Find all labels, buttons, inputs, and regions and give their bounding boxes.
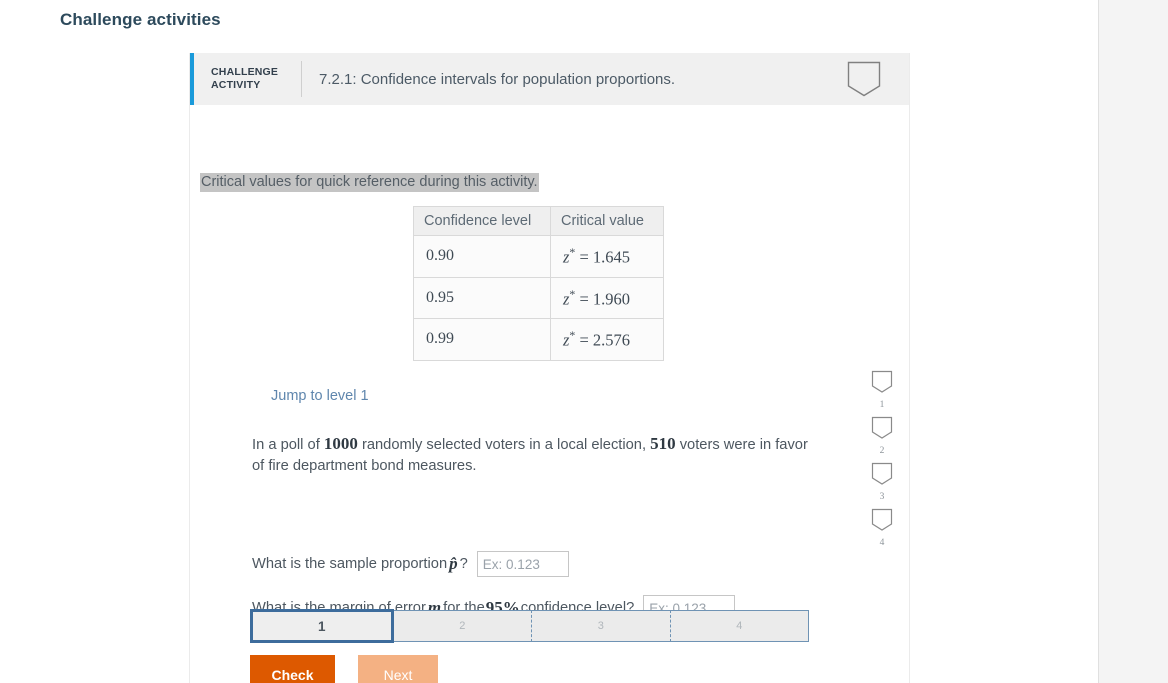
table-header-row: Confidence level Critical value — [413, 206, 664, 236]
table-row: 0.95 z* = 1.960 — [413, 276, 664, 319]
activity-header: CHALLENGE ACTIVITY 7.2.1: Confidence int… — [190, 53, 909, 105]
cell-confidence-level: 0.90 — [413, 235, 551, 278]
shield-step-2-label: 2 — [879, 446, 885, 456]
reference-selection-note: Critical values for quick reference duri… — [200, 173, 539, 192]
critical-values-table: Confidence level Critical value 0.90 z* … — [413, 206, 664, 361]
shield-step-2[interactable]: 2 — [862, 416, 902, 456]
shield-step-4-label: 4 — [879, 538, 885, 548]
tab-step-1[interactable]: 1 — [250, 609, 394, 643]
shield-step-1[interactable]: 1 — [862, 370, 902, 410]
shield-banner-icon — [871, 508, 893, 537]
stem-favorable-count: 510 — [650, 434, 676, 453]
tab-step-3[interactable]: 3 — [532, 610, 671, 642]
next-button[interactable]: Next — [358, 655, 438, 683]
shield-step-1-label: 1 — [879, 400, 885, 410]
cell-critical-value: z* = 1.960 — [550, 276, 664, 319]
sample-proportion-question: What is the sample proportion p̂? — [252, 551, 569, 577]
progress-tabs: 1 2 3 4 — [250, 609, 809, 643]
activity-kicker-line1: CHALLENGE — [211, 66, 279, 78]
z-equals-value: = 1.960 — [575, 289, 631, 308]
header-accent-bar — [190, 53, 194, 105]
shield-banner-icon — [871, 462, 893, 491]
app-root: Challenge activities CHALLENGE ACTIVITY … — [0, 0, 1168, 683]
header-critical-value: Critical value — [550, 206, 664, 236]
activity-kicker: CHALLENGE ACTIVITY — [211, 66, 299, 92]
table-row: 0.90 z* = 1.645 — [413, 235, 664, 278]
bookmark-banner-icon[interactable] — [847, 61, 881, 98]
jump-to-level-link[interactable]: Jump to level 1 — [271, 388, 369, 404]
action-button-row: Check Next — [250, 655, 438, 683]
stem-part-1: In a poll of — [252, 437, 324, 453]
stem-sample-size: 1000 — [323, 434, 358, 453]
check-button[interactable]: Check — [250, 655, 335, 683]
cell-critical-value: z* = 1.645 — [550, 235, 664, 278]
cell-confidence-level: 0.99 — [413, 318, 551, 361]
p-hat-symbol: p̂ — [449, 554, 458, 573]
question-stem: In a poll of 1000 randomly selected vote… — [252, 433, 808, 477]
activity-title: 7.2.1: Confidence intervals for populati… — [319, 70, 676, 88]
tab-step-4[interactable]: 4 — [670, 610, 809, 642]
right-side-panel — [1098, 0, 1168, 683]
header-confidence-level: Confidence level — [413, 206, 551, 236]
z-equals-value: = 2.576 — [575, 330, 631, 350]
shield-step-3[interactable]: 3 — [862, 462, 902, 502]
table-row: 0.99 z* = 2.576 — [413, 318, 664, 361]
tab-step-2[interactable]: 2 — [393, 610, 532, 642]
shield-banner-icon — [871, 370, 893, 399]
shield-step-4[interactable]: 4 — [862, 508, 902, 548]
page-title: Challenge activities — [60, 10, 221, 29]
stem-part-2: randomly selected voters in a local elec… — [357, 437, 651, 453]
cell-confidence-level: 0.95 — [413, 276, 551, 319]
header-divider — [301, 61, 302, 97]
sample-proportion-input[interactable] — [476, 551, 569, 577]
activity-kicker-line2: ACTIVITY — [211, 79, 261, 91]
step-shield-rail: 1 2 3 4 — [862, 370, 902, 554]
challenge-activity-card: CHALLENGE ACTIVITY 7.2.1: Confidence int… — [189, 53, 910, 683]
prompt-sample-proportion-qmark: ? — [459, 556, 468, 572]
prompt-sample-proportion-text: What is the sample proportion — [252, 556, 448, 572]
cell-critical-value: z* = 2.576 — [550, 318, 664, 361]
shield-step-3-label: 3 — [879, 492, 885, 502]
z-equals-value: = 1.645 — [575, 247, 631, 267]
shield-banner-icon — [871, 416, 893, 445]
